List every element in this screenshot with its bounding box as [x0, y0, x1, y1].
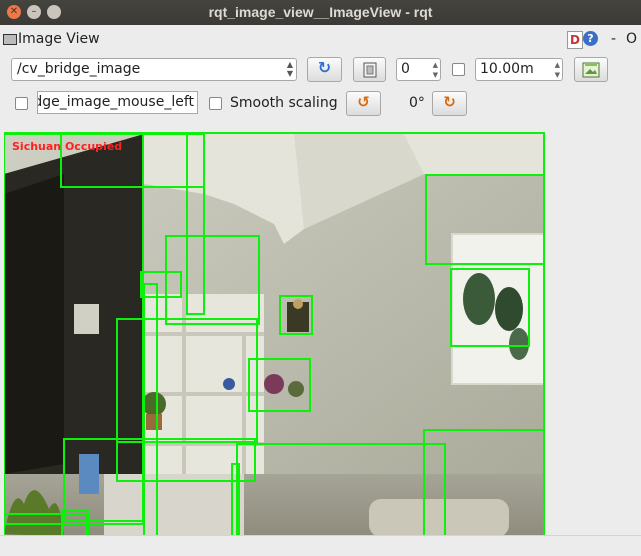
window-titlebar: ✕ – rqt_image_view__ImageView - rqt	[0, 0, 641, 25]
dock-title: Image View	[18, 31, 100, 47]
image-view[interactable]: Sichuan Occupied	[4, 132, 545, 535]
save-image-icon	[582, 62, 600, 78]
rotate-left-icon: ↺	[357, 93, 370, 111]
sofa-cushion	[369, 499, 509, 535]
rotate-left-button[interactable]: ↺	[346, 91, 381, 116]
shelf-ornament	[223, 378, 235, 390]
max-range-value: 10.00m	[480, 61, 534, 77]
smooth-scaling-label: Smooth scaling	[230, 95, 338, 111]
mouse-publish-checkbox[interactable]	[15, 97, 28, 110]
refresh-topics-button[interactable]: ↻	[307, 57, 342, 82]
zoom-value: 0	[401, 61, 410, 77]
window-title: rqt_image_view__ImageView - rqt	[208, 4, 433, 20]
rotation-value: 0°	[409, 95, 425, 111]
camera-image: Sichuan Occupied	[4, 134, 543, 535]
cabinet	[104, 474, 244, 535]
status-bar	[0, 535, 641, 556]
smooth-scaling-checkbox[interactable]	[209, 97, 222, 110]
chevron-updown-icon: ▲ ▼	[286, 60, 293, 78]
mouse-topic-value: dge_image_mouse_left	[37, 94, 194, 110]
door-shadow	[4, 174, 64, 474]
topic-select[interactable]: /cv_bridge_image ▲ ▼	[11, 58, 297, 81]
flower-vase	[264, 374, 284, 394]
zoom-spinbox[interactable]: 0 ▲ ▼	[396, 58, 441, 81]
paper-bag	[74, 304, 99, 334]
dock-debug-button[interactable]: D	[567, 31, 583, 49]
dock-close-button[interactable]: O	[626, 31, 637, 47]
potted-plant	[142, 392, 166, 416]
water-bottle	[79, 454, 99, 494]
overlay-text: Sichuan Occupied	[12, 140, 122, 153]
rotate-right-icon: ↻	[443, 93, 456, 111]
max-range-checkbox[interactable]	[452, 63, 465, 76]
zoom-fit-icon	[363, 62, 376, 78]
spin-arrows-icon: ▲ ▼	[432, 61, 438, 79]
mouse-topic-input[interactable]: dge_image_mouse_left	[37, 91, 198, 114]
dock-minimize-button[interactable]: -	[611, 31, 616, 47]
spin-arrows-icon: ▲ ▼	[554, 61, 560, 79]
zoom-fit-button[interactable]	[353, 57, 386, 82]
rotate-right-button[interactable]: ↻	[432, 91, 467, 116]
topic-select-value: /cv_bridge_image	[17, 61, 141, 77]
save-image-button[interactable]	[574, 57, 608, 82]
refresh-icon: ↻	[317, 58, 332, 77]
dock-window-icon	[3, 34, 17, 45]
dock-help-button[interactable]: ?	[583, 31, 598, 46]
max-range-spinbox[interactable]: 10.00m ▲ ▼	[475, 58, 563, 81]
